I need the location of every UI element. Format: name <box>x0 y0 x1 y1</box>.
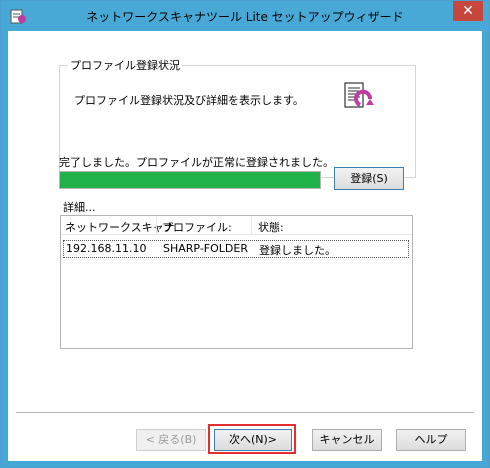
wizard-content: プロファイル登録状況 プロファイル登録状況及び詳細を表示します。 完了しました。… <box>8 31 482 461</box>
column-separator[interactable] <box>251 216 252 234</box>
progress-bar <box>59 171 321 189</box>
window-title: ネットワークスキャナツール Lite セットアップウィザード <box>86 10 404 24</box>
groupbox-title: プロファイル登録状況 <box>68 57 182 73</box>
list-row[interactable]: 192.168.11.10 SHARP-FOLDER 登録しました。 <box>63 240 409 258</box>
progress-fill <box>60 172 320 188</box>
listview-header: ネットワークスキャナ プロファイル: 状態: <box>61 216 412 235</box>
title-bar[interactable]: ネットワークスキャナツール Lite セットアップウィザード ✕ <box>1 1 489 31</box>
setup-wizard-window: ネットワークスキャナツール Lite セットアップウィザード ✕ プロファイル登… <box>0 0 490 468</box>
back-button[interactable]: < 戻る(B) <box>136 429 206 451</box>
setup-app-icon <box>10 9 26 24</box>
help-button[interactable]: ヘルプ <box>396 429 466 451</box>
column-header-profile[interactable]: プロファイル: <box>162 219 232 235</box>
cell-profile: SHARP-FOLDER <box>163 242 248 255</box>
close-icon: ✕ <box>462 3 474 19</box>
cancel-button[interactable]: キャンセル <box>312 429 382 451</box>
column-separator[interactable] <box>156 216 157 234</box>
column-header-state[interactable]: 状態: <box>258 219 284 235</box>
status-message: 完了しました。プロファイルが正常に登録されました。 <box>59 156 334 169</box>
next-button-highlight <box>208 424 296 454</box>
details-label: 詳細... <box>63 201 96 214</box>
close-button[interactable]: ✕ <box>453 1 483 21</box>
document-register-icon <box>344 82 374 108</box>
details-listview[interactable]: ネットワークスキャナ プロファイル: 状態: 192.168.11.10 SHA… <box>60 215 413 349</box>
column-header-scanner[interactable]: ネットワークスキャナ <box>65 219 175 235</box>
footer-divider <box>16 412 474 413</box>
cell-state: 登録しました。 <box>259 244 336 257</box>
register-button[interactable]: 登録(S) <box>334 167 404 190</box>
groupbox-description: プロファイル登録状況及び詳細を表示します。 <box>74 94 304 107</box>
cell-scanner: 192.168.11.10 <box>66 242 147 255</box>
